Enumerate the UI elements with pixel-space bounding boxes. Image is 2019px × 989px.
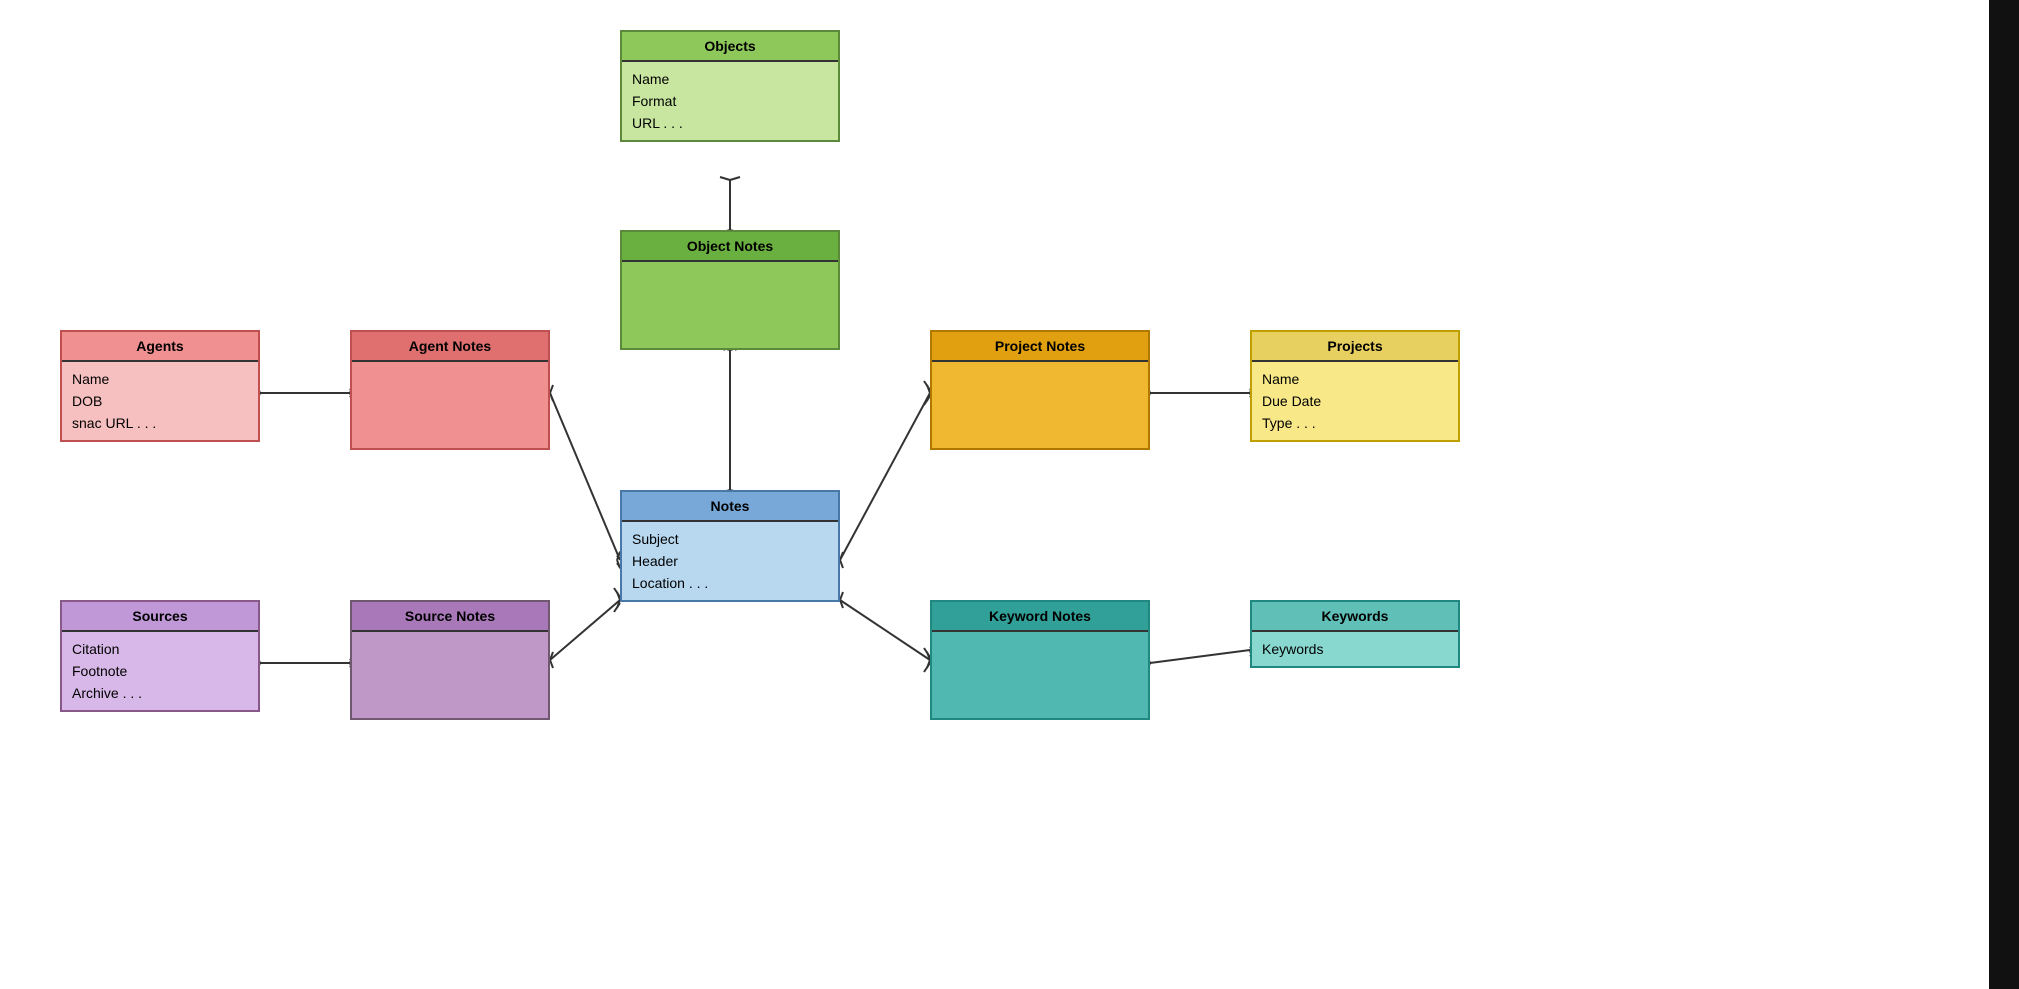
- source-notes-entity: Source Notes: [350, 600, 550, 720]
- sources-field-archive: Archive . . .: [72, 682, 248, 704]
- agent-notes-entity: Agent Notes: [350, 330, 550, 450]
- sources-title: Sources: [62, 602, 258, 632]
- keyword-notes-title: Keyword Notes: [932, 602, 1148, 632]
- projects-field-type: Type . . .: [1262, 412, 1448, 434]
- object-notes-title: Object Notes: [622, 232, 838, 262]
- diagram-container: Objects Name Format URL . . . Object Not…: [0, 0, 2019, 989]
- keywords-field-keywords: Keywords: [1262, 638, 1448, 660]
- connectors-svg: [0, 0, 2019, 989]
- projects-title: Projects: [1252, 332, 1458, 362]
- project-notes-title: Project Notes: [932, 332, 1148, 362]
- keywords-title: Keywords: [1252, 602, 1458, 632]
- objects-field-name: Name: [632, 68, 828, 90]
- sources-entity: Sources Citation Footnote Archive . . .: [60, 600, 260, 712]
- agents-field-snac: snac URL . . .: [72, 412, 248, 434]
- agents-entity: Agents Name DOB snac URL . . .: [60, 330, 260, 442]
- agents-field-dob: DOB: [72, 390, 248, 412]
- notes-title: Notes: [622, 492, 838, 522]
- keywords-entity: Keywords Keywords: [1250, 600, 1460, 668]
- notes-entity: Notes Subject Header Location . . .: [620, 490, 840, 602]
- projects-field-name: Name: [1262, 368, 1448, 390]
- source-notes-title: Source Notes: [352, 602, 548, 632]
- notes-field-location: Location . . .: [632, 572, 828, 594]
- keyword-notes-entity: Keyword Notes: [930, 600, 1150, 720]
- agent-notes-title: Agent Notes: [352, 332, 548, 362]
- agents-title: Agents: [62, 332, 258, 362]
- objects-field-url: URL . . .: [632, 112, 828, 134]
- objects-entity: Objects Name Format URL . . .: [620, 30, 840, 142]
- objects-title: Objects: [622, 32, 838, 62]
- sources-field-citation: Citation: [72, 638, 248, 660]
- notes-field-header: Header: [632, 550, 828, 572]
- sources-field-footnote: Footnote: [72, 660, 248, 682]
- right-edge-bar: [1989, 0, 2019, 989]
- objects-field-format: Format: [632, 90, 828, 112]
- agents-field-name: Name: [72, 368, 248, 390]
- projects-entity: Projects Name Due Date Type . . .: [1250, 330, 1460, 442]
- projects-field-duedate: Due Date: [1262, 390, 1448, 412]
- object-notes-entity: Object Notes: [620, 230, 840, 350]
- notes-field-subject: Subject: [632, 528, 828, 550]
- project-notes-entity: Project Notes: [930, 330, 1150, 450]
